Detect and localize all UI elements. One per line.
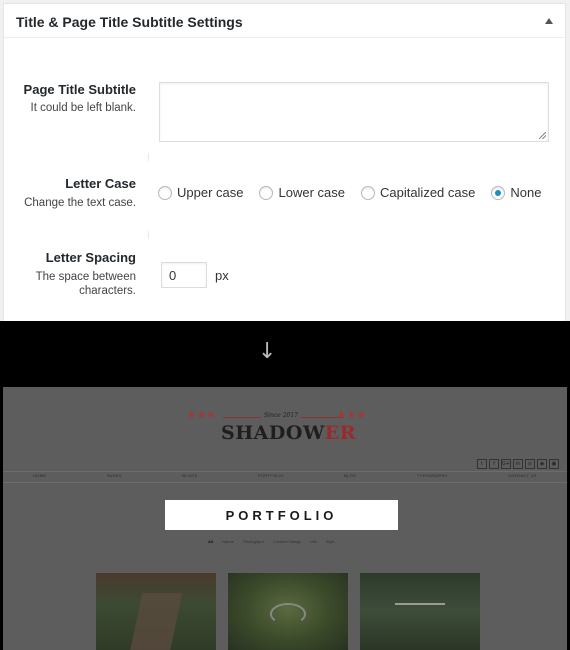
- letter-spacing-input[interactable]: 0: [161, 262, 207, 288]
- nav-item[interactable]: BLOGS: [182, 473, 197, 478]
- letter-case-label: Letter Case: [65, 176, 136, 191]
- stars-icon: ★★★: [337, 410, 367, 421]
- divider: [148, 231, 149, 239]
- radio-upper-case[interactable]: Upper case: [158, 185, 243, 200]
- filter-item[interactable]: All: [208, 539, 213, 544]
- nav-divider: [3, 471, 567, 472]
- resize-grip-icon[interactable]: [539, 132, 546, 139]
- rss-icon[interactable]: ▣: [549, 459, 559, 469]
- letter-spacing-description-2: characters.: [79, 285, 136, 297]
- filter-item[interactable]: Creative Design: [273, 539, 301, 544]
- nav-item[interactable]: BLOG: [344, 473, 356, 478]
- radio-button-icon[interactable]: [158, 185, 172, 200]
- metabox-header[interactable]: Title & Page Title Subtitle Settings: [4, 4, 565, 38]
- portfolio-filters: All Nature Photograph Creative Design Li…: [208, 539, 344, 544]
- radio-none[interactable]: None: [491, 185, 541, 200]
- radio-label: None: [510, 185, 542, 200]
- radio-button-icon[interactable]: [259, 185, 274, 200]
- radio-label: Capitalized case: [379, 185, 476, 200]
- portfolio-thumbnail[interactable]: [96, 573, 216, 650]
- subtitle-description: It could be left blank.: [30, 102, 136, 114]
- page-title-banner: PORTFOLIO: [165, 500, 398, 530]
- stars-icon: ★★★: [187, 410, 217, 421]
- nav-item[interactable]: TYPOGRAPHY: [417, 473, 448, 478]
- portfolio-thumbnail[interactable]: [228, 573, 348, 650]
- bench-image: [395, 603, 445, 609]
- main-nav: HOME PAGES BLOGS PORTFOLIO BLOG TYPOGRAP…: [3, 473, 567, 478]
- filter-item[interactable]: Nature: [222, 539, 234, 544]
- facebook-icon[interactable]: f: [489, 459, 499, 469]
- subtitle-textarea[interactable]: [159, 82, 549, 142]
- nav-item[interactable]: HOME: [33, 473, 46, 478]
- nav-item[interactable]: PAGES: [107, 473, 122, 478]
- metabox: Title & Page Title Subtitle Settings Pag…: [3, 3, 566, 321]
- radio-label: Upper case: [177, 185, 244, 200]
- radio-capitalized-case[interactable]: Capitalized case: [360, 185, 476, 200]
- hoop-image: [270, 603, 306, 625]
- radio-button-icon[interactable]: [360, 185, 375, 200]
- nav-item[interactable]: PORTFOLIO: [258, 473, 284, 478]
- site-logo[interactable]: SHADOWER: [221, 422, 356, 444]
- letter-case-description: Change the text case.: [24, 197, 136, 209]
- letter-spacing-description-1: The space between: [35, 271, 136, 283]
- twitter-icon[interactable]: t: [477, 459, 487, 469]
- filter-item[interactable]: Photograph: [243, 539, 264, 544]
- instagram-icon[interactable]: ◉: [537, 459, 547, 469]
- letter-case-radio-group: Upper case Lower case Capitalized case N…: [158, 185, 557, 200]
- letter-spacing-unit: px: [215, 268, 229, 283]
- radio-lower-case[interactable]: Lower case: [259, 185, 345, 200]
- nav-item[interactable]: CONTACT US: [508, 473, 537, 478]
- dribbble-icon[interactable]: ◎: [525, 459, 535, 469]
- divider: [148, 153, 149, 161]
- logo-accent: ER: [324, 422, 357, 444]
- radio-label: Lower case: [278, 185, 345, 200]
- settings-panel: Title & Page Title Subtitle Settings Pag…: [0, 0, 570, 321]
- social-icons: t f G+ in ◎ ◉ ▣: [475, 459, 559, 469]
- letter-spacing-label: Letter Spacing: [45, 250, 136, 265]
- path-image: [129, 593, 183, 650]
- portfolio-thumbnail[interactable]: [360, 573, 480, 650]
- filter-item[interactable]: Life: [310, 539, 316, 544]
- google-plus-icon[interactable]: G+: [501, 459, 511, 469]
- site-preview: ★★★ Since 2017 ★★★ SHADOWER t f G+ in ◎ …: [3, 387, 567, 650]
- logo-main: SHADOW: [221, 422, 325, 444]
- metabox-title: Title & Page Title Subtitle Settings: [16, 14, 243, 30]
- arrow-down-icon: ↓: [258, 339, 277, 364]
- since-text: Since 2017: [261, 412, 301, 419]
- nav-divider: [3, 482, 567, 483]
- linkedin-icon[interactable]: in: [513, 459, 523, 469]
- filter-item[interactable]: Style: [326, 539, 335, 544]
- radio-button-checked-icon[interactable]: [491, 185, 506, 200]
- triangle-up-icon[interactable]: [545, 18, 553, 24]
- subtitle-label: Page Title Subtitle: [23, 82, 136, 97]
